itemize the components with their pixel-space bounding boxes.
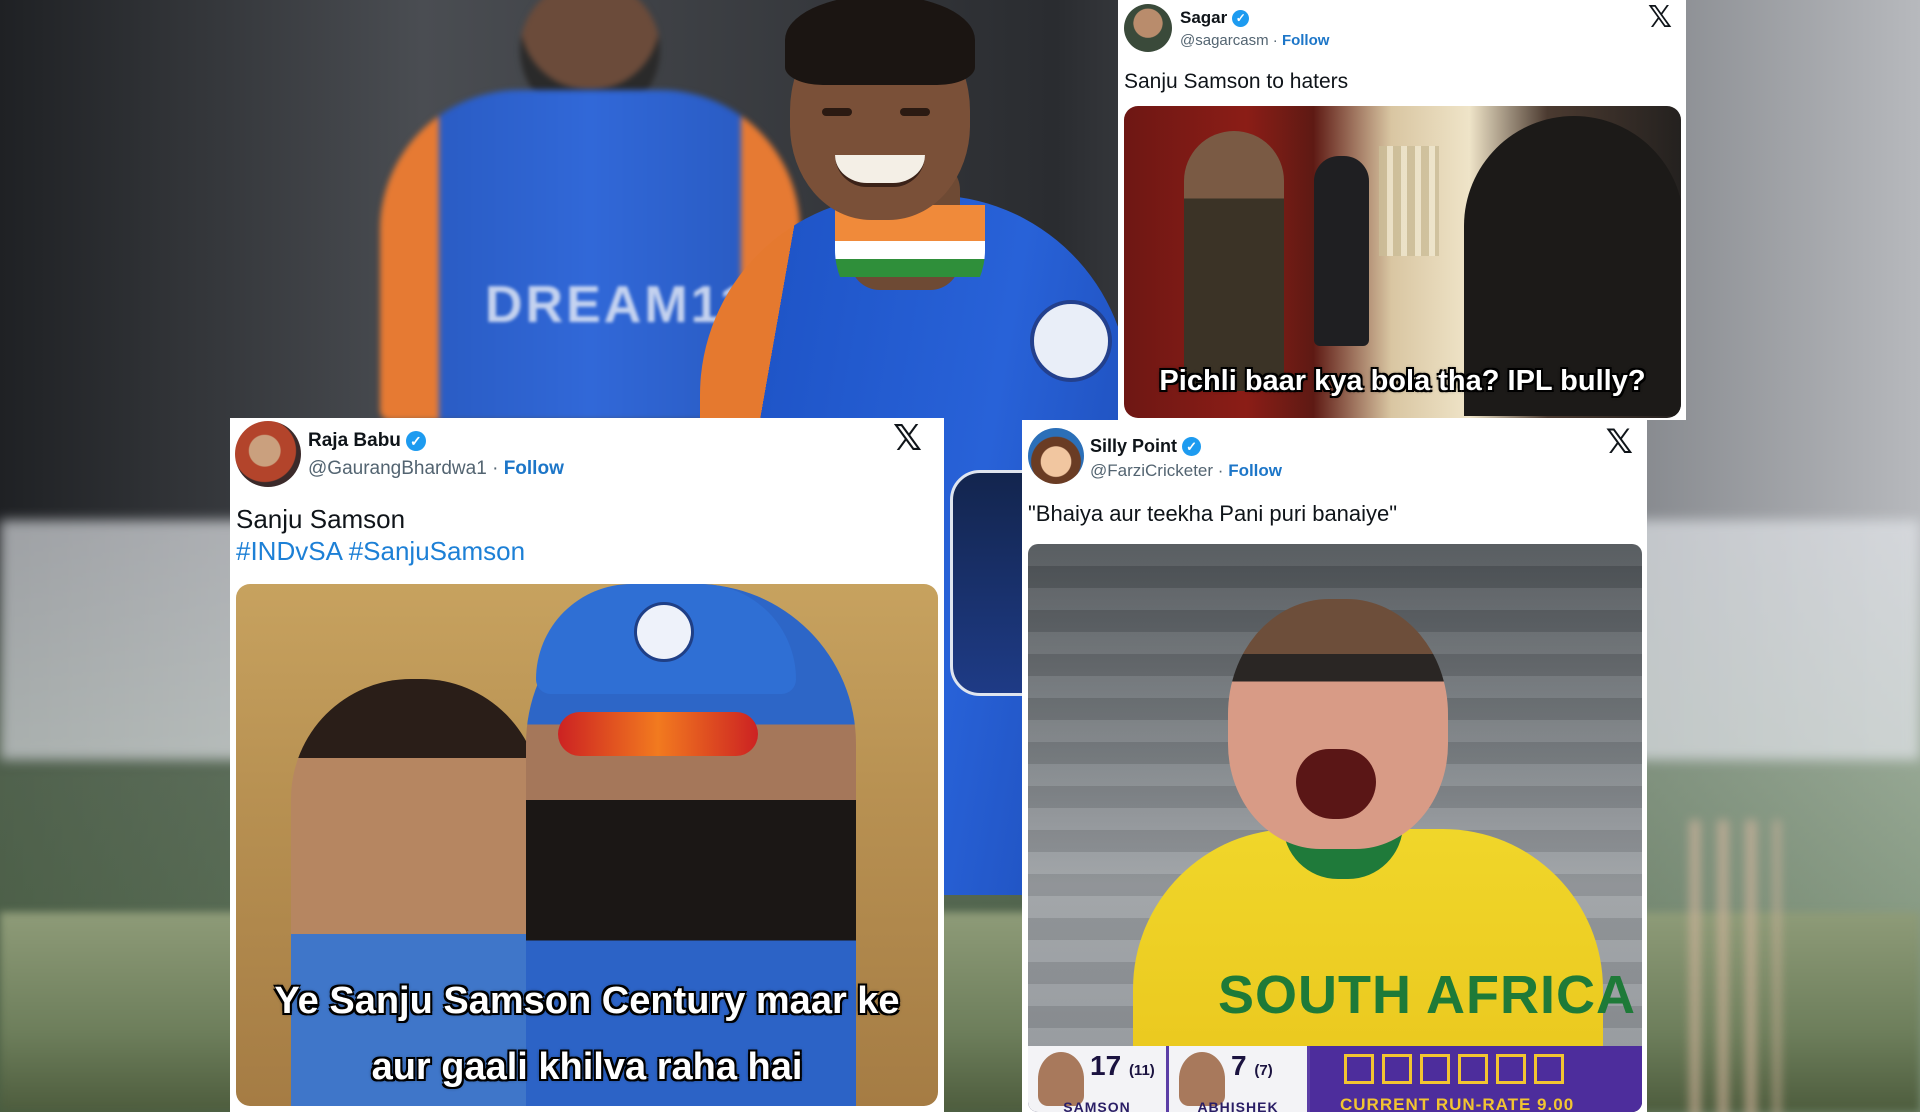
x-logo-icon[interactable]: 𝕏 (893, 418, 922, 459)
verified-badge-icon: ✓ (1232, 9, 1250, 27)
bcci-logo-icon (634, 602, 694, 662)
tweet-card-sagar: Sagar ✓ @sagarcasm · Follow 𝕏 Sanju Sams… (1118, 0, 1686, 420)
batter-name: SAMSON (1063, 1099, 1131, 1112)
x-logo-icon[interactable]: 𝕏 (1606, 422, 1633, 462)
separator: · (492, 458, 499, 479)
ball-box (1458, 1054, 1488, 1084)
man-in-jacket (1184, 131, 1284, 391)
tweet-text: Sanju Samson (236, 504, 406, 534)
tweet-media-image[interactable]: SOUTH AFRICA 17 (11) SAMSON 7 (7) ABHISH… (1028, 544, 1642, 1112)
man-in-suit (1314, 156, 1369, 346)
tweet-text: Sanju Samson to haters (1124, 70, 1349, 93)
ball-box (1534, 1054, 1564, 1084)
author-name-row: Sagar ✓ (1180, 8, 1250, 28)
batter-name: ABHISHEK (1197, 1099, 1279, 1112)
x-logo-icon[interactable]: 𝕏 (1648, 0, 1672, 35)
follow-button[interactable]: Follow (504, 458, 564, 479)
tweet-media-image[interactable]: Ye Sanju Samson Century maar ke aur gaal… (236, 584, 938, 1106)
verified-badge-icon: ✓ (405, 431, 426, 451)
author-handle[interactable]: @FarziCricketer (1090, 461, 1213, 480)
handle-row: @FarziCricketer · Follow (1090, 461, 1282, 481)
jersey-text: SOUTH AFRICA (1218, 965, 1636, 1025)
batter-runs: 17 (1090, 1050, 1122, 1081)
meme-caption-line-1: Ye Sanju Samson Century maar ke (274, 980, 900, 1022)
batter-runs: 7 (1231, 1050, 1247, 1081)
batter-score: 7 (7) (1231, 1050, 1273, 1082)
follow-button[interactable]: Follow (1228, 461, 1282, 480)
ball-box (1496, 1054, 1526, 1084)
sunglasses (558, 712, 758, 756)
batter-balls: (11) (1128, 1062, 1155, 1079)
author-name[interactable]: Raja Babu (308, 430, 401, 452)
batter-score: 17 (11) (1090, 1050, 1155, 1082)
ball-boxes (1344, 1054, 1564, 1084)
handle-row: @sagarcasm · Follow (1180, 32, 1329, 49)
meme-caption: Ye Sanju Samson Century maar ke aur gaal… (236, 968, 938, 1100)
stumps (1690, 820, 1780, 1112)
ball-box (1382, 1054, 1412, 1084)
tweet-text: "Bhaiya aur teekha Pani puri banaiye" (1028, 501, 1398, 526)
tweet-card-silly-point: Silly Point ✓ @FarziCricketer · Follow 𝕏… (1022, 420, 1647, 1112)
shouting-mouth (1296, 749, 1376, 819)
ball-box (1344, 1054, 1374, 1084)
author-name-row: Silly Point ✓ (1090, 436, 1202, 457)
author-handle[interactable]: @GaurangBhardwa1 (308, 458, 487, 479)
separator: · (1272, 32, 1278, 49)
author-name[interactable]: Sagar (1180, 8, 1227, 28)
author-name[interactable]: Silly Point (1090, 436, 1177, 457)
ball-box (1420, 1054, 1450, 1084)
scoreboard-over-panel: CURRENT RUN-RATE 9.00 (1310, 1046, 1642, 1112)
main-player-eye (900, 108, 930, 116)
avatar[interactable] (235, 421, 301, 487)
author-handle[interactable]: @sagarcasm (1180, 32, 1269, 49)
batter-balls: (7) (1254, 1062, 1273, 1079)
author-name-row: Raja Babu ✓ (308, 430, 426, 452)
avatar[interactable] (1124, 4, 1172, 52)
scoreboard-batter-1: 17 (11) SAMSON (1028, 1046, 1169, 1112)
batter-avatar (1038, 1052, 1084, 1106)
scoreboard: 17 (11) SAMSON 7 (7) ABHISHEK CURRENT RU… (1028, 1046, 1642, 1112)
tweet-media-image[interactable]: Pichli baar kya bola tha? IPL bully? (1124, 106, 1681, 418)
handle-row: @GaurangBhardwa1 · Follow (308, 458, 564, 480)
avatar[interactable] (1028, 428, 1084, 484)
meme-caption-line-2: aur gaali khilva raha hai (371, 1046, 803, 1088)
current-run-rate: CURRENT RUN-RATE 9.00 (1340, 1095, 1575, 1112)
follow-button[interactable]: Follow (1282, 32, 1330, 49)
batter-avatar (1179, 1052, 1225, 1106)
verified-badge-icon: ✓ (1182, 437, 1202, 456)
tweet-hashtags[interactable]: #INDvSA #SanjuSamson (236, 536, 525, 567)
tweet-card-raja-babu: Raja Babu ✓ @GaurangBhardwa1 · Follow 𝕏 … (230, 418, 944, 1112)
main-player-eye (822, 108, 852, 116)
bcci-badge-icon (1030, 300, 1112, 382)
background-door (1379, 146, 1439, 256)
main-player-hair (785, 0, 975, 85)
meme-caption: Pichli baar kya bola tha? IPL bully? (1159, 365, 1646, 397)
scoreboard-batter-2: 7 (7) ABHISHEK (1169, 1046, 1310, 1112)
separator: · (1217, 461, 1224, 480)
